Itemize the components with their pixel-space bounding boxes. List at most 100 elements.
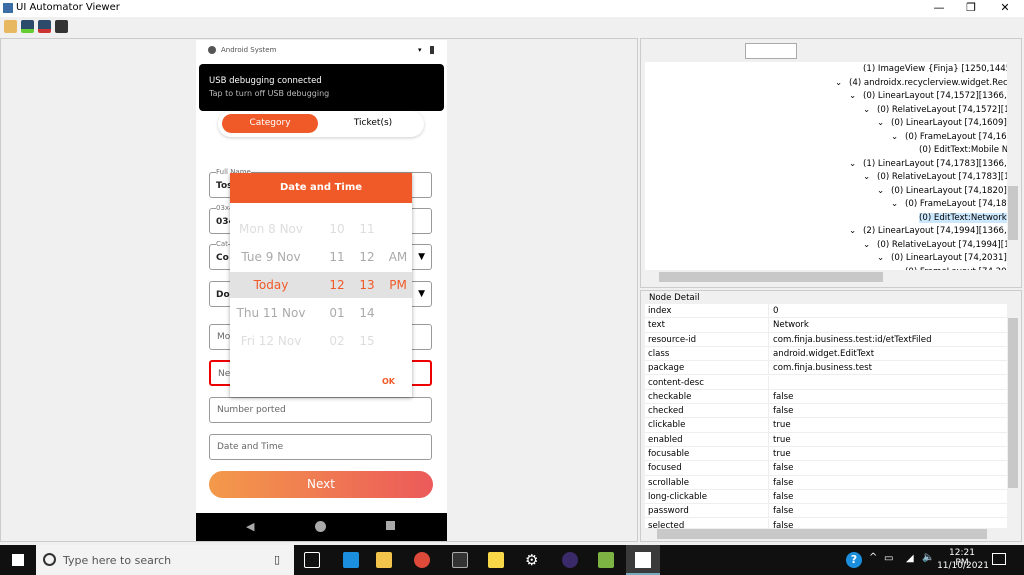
- picker-minutes-item[interactable]: 14: [356, 306, 378, 320]
- terminal-icon[interactable]: [452, 552, 468, 568]
- tab-tickets[interactable]: Ticket(s): [328, 114, 418, 133]
- picker-days-item[interactable]: Thu 11 Nov: [225, 306, 317, 320]
- detail-row[interactable]: content-desc: [645, 375, 1007, 390]
- detail-row[interactable]: checked false: [645, 404, 1007, 419]
- tree-node[interactable]: ⌄ (0) LinearLayout [74,1609][13: [877, 117, 1015, 130]
- chevron-up-icon[interactable]: ^: [869, 552, 877, 563]
- device-screenshot-icon[interactable]: [21, 20, 34, 33]
- tree-node[interactable]: ⌄ (4) androidx.recyclerview.widget.Recycl: [835, 77, 1015, 90]
- expand-arrow-icon[interactable]: ⌄: [877, 252, 891, 264]
- sticky-notes-icon[interactable]: [488, 552, 504, 568]
- device-screenshot-compressed-icon[interactable]: [38, 20, 51, 33]
- picker-days-item[interactable]: Mon 8 Nov: [225, 222, 317, 236]
- open-folder-icon[interactable]: [4, 20, 17, 33]
- picker-days-item[interactable]: Fri 12 Nov: [225, 334, 317, 348]
- detail-row[interactable]: selected false: [645, 518, 1007, 528]
- expand-arrow-icon[interactable]: ⌄: [863, 171, 877, 183]
- tree-horizontal-scrollbar[interactable]: [645, 270, 1007, 284]
- picker-hours-item[interactable]: 02: [326, 334, 348, 348]
- detail-row[interactable]: password false: [645, 504, 1007, 519]
- next-button[interactable]: Next: [209, 471, 433, 498]
- picker-hours-item[interactable]: 10: [326, 222, 348, 236]
- notifications-icon[interactable]: [992, 553, 1006, 565]
- tree-node[interactable]: ⌄ (0) LinearLayout [74,1572][1366,1783: [849, 90, 1015, 103]
- microphone-icon[interactable]: ▯: [274, 553, 280, 566]
- date-time-field[interactable]: Date and Time: [209, 434, 432, 460]
- tree-node[interactable]: ⌄ (0) LinearLayout [74,1820][13: [877, 185, 1015, 198]
- picker-minutes-item[interactable]: 11: [356, 222, 378, 236]
- tree-node[interactable]: ⌄ (0) LinearLayout [74,2031][13: [877, 252, 1015, 265]
- tree-node[interactable]: (0) EditText:Mobile Nu: [905, 144, 1014, 157]
- tree-node[interactable]: ⌄ (0) FrameLayout [74,1839: [891, 198, 1015, 211]
- number-ported-field[interactable]: Number ported: [209, 397, 432, 423]
- detail-row[interactable]: long-clickable false: [645, 489, 1007, 505]
- edge-icon[interactable]: [343, 552, 359, 568]
- usb-notification[interactable]: USB debugging connected Tap to turn off …: [199, 64, 444, 111]
- expand-arrow-icon[interactable]: ⌄: [877, 117, 891, 129]
- picker-ampm-item[interactable]: AM: [386, 250, 410, 264]
- home-icon[interactable]: [315, 521, 326, 532]
- expand-arrow-icon[interactable]: ⌄: [849, 90, 863, 102]
- detail-vertical-scrollbar[interactable]: [1007, 304, 1019, 528]
- tree-node[interactable]: ⌄ (1) LinearLayout [74,1783][1366,1994: [849, 158, 1015, 171]
- tree-node[interactable]: (1) ImageView {Finja} [1250,1445][12: [849, 63, 1015, 76]
- search-box[interactable]: [745, 43, 797, 59]
- picker-days-item[interactable]: Today: [225, 278, 317, 292]
- volume-icon[interactable]: 🔈: [922, 552, 934, 563]
- expand-arrow-icon[interactable]: ⌄: [849, 225, 863, 237]
- clock-date[interactable]: 11/10/2021: [936, 561, 990, 571]
- settings-icon[interactable]: ⚙: [525, 552, 541, 568]
- picker-hours-item[interactable]: 11: [326, 250, 348, 264]
- wifi-tray-icon[interactable]: ◢: [906, 553, 914, 564]
- battery-tray-icon[interactable]: ▭: [884, 553, 893, 564]
- expand-arrow-icon[interactable]: ⌄: [877, 185, 891, 197]
- expand-arrow-icon[interactable]: ⌄: [891, 198, 905, 210]
- tree-node[interactable]: ⌄ (0) RelativeLayout [74,1572][1366: [863, 104, 1015, 117]
- notepad-icon[interactable]: [598, 552, 614, 568]
- detail-row[interactable]: clickable true: [645, 418, 1007, 433]
- picker-hours-item[interactable]: 12: [326, 278, 348, 292]
- help-icon[interactable]: ?: [846, 552, 862, 568]
- tab-category[interactable]: Category: [222, 114, 318, 133]
- detail-row[interactable]: enabled true: [645, 432, 1007, 447]
- picker-minutes-item[interactable]: 15: [356, 334, 378, 348]
- picker-minutes-item[interactable]: 12: [356, 250, 378, 264]
- task-view-icon[interactable]: [304, 552, 320, 568]
- expand-arrow-icon[interactable]: ⌄: [891, 131, 905, 143]
- detail-row[interactable]: checkable false: [645, 389, 1007, 405]
- picker-minutes-item[interactable]: 13: [356, 278, 378, 292]
- expand-arrow-icon[interactable]: ⌄: [849, 158, 863, 170]
- picker-ampm-item[interactable]: PM: [386, 278, 410, 292]
- tree-node[interactable]: ⌄ (0) RelativeLayout [74,1994][1366: [863, 239, 1015, 252]
- tree-node[interactable]: ⌄ (2) LinearLayout [74,1994][1366,2205: [849, 225, 1015, 238]
- search-bar[interactable]: Type here to search ▯: [36, 545, 294, 575]
- file-explorer-icon[interactable]: [376, 552, 392, 568]
- chrome-icon[interactable]: [414, 552, 430, 568]
- tree-node[interactable]: (0) EditText:Network [: [905, 212, 1013, 225]
- tree-node[interactable]: ⌄ (0) FrameLayout [74,1628: [891, 131, 1015, 144]
- expand-arrow-icon[interactable]: ⌄: [863, 239, 877, 251]
- expand-arrow-icon[interactable]: ⌄: [835, 77, 849, 89]
- picker-hours-item[interactable]: 01: [326, 306, 348, 320]
- expand-arrow-icon[interactable]: ⌄: [863, 104, 877, 116]
- windows-start-icon[interactable]: [12, 554, 24, 566]
- save-icon[interactable]: [55, 20, 68, 33]
- detail-row[interactable]: focusable true: [645, 447, 1007, 462]
- detail-row[interactable]: scrollable false: [645, 475, 1007, 490]
- minimize-button[interactable]: —: [924, 0, 954, 17]
- maximize-button[interactable]: ❐: [956, 0, 986, 17]
- detail-row[interactable]: class android.widget.EditText: [645, 346, 1007, 362]
- tree-vertical-scrollbar[interactable]: [1007, 62, 1019, 270]
- detail-row[interactable]: index 0: [645, 304, 1007, 319]
- detail-row[interactable]: focused false: [645, 461, 1007, 476]
- ok-button[interactable]: OK: [382, 377, 395, 386]
- close-button[interactable]: ✕: [990, 0, 1020, 17]
- ui-automator-task[interactable]: [626, 545, 660, 575]
- device-screen[interactable]: Android System ▾ USB debugging connected…: [196, 40, 447, 541]
- back-icon[interactable]: ◀: [246, 520, 254, 533]
- tree-node[interactable]: ⌄ (0) RelativeLayout [74,1783][1366: [863, 171, 1015, 184]
- picker-days-item[interactable]: Tue 9 Nov: [225, 250, 317, 264]
- hierarchy-tree[interactable]: (1) ImageView {Finja} [1250,1445][12 ⌄ (4)…: [645, 62, 1015, 270]
- recents-icon[interactable]: [386, 521, 395, 530]
- detail-row[interactable]: text Network: [645, 318, 1007, 333]
